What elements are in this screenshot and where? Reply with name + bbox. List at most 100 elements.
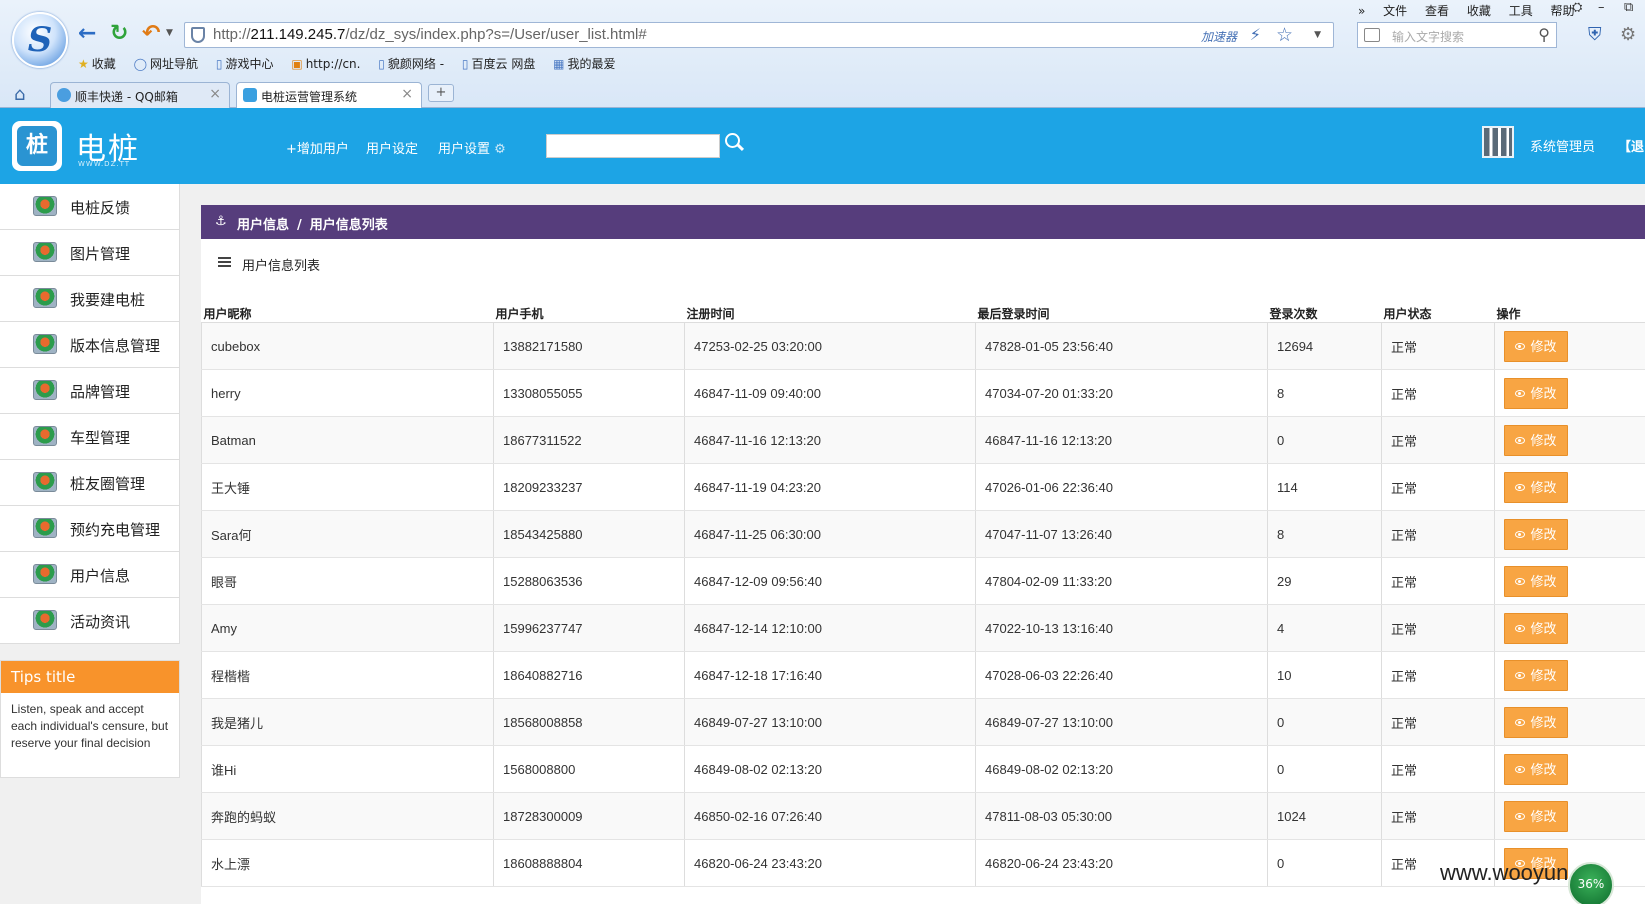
sidebar-item-images[interactable]: 图片管理 (0, 230, 180, 276)
module-icon (33, 334, 57, 354)
edit-button[interactable]: 修改 (1504, 424, 1568, 456)
undo-icon[interactable]: ↶ (142, 22, 160, 46)
table-row: 程楷楷 18640882716 46847-12-18 17:16:40 47028-… (201, 651, 1645, 699)
search-icon[interactable]: ⚲ (1538, 25, 1550, 44)
edit-button-label: 修改 (1530, 667, 1557, 683)
user-config-link[interactable]: 用户设定 (366, 138, 418, 157)
admin-name[interactable]: 系统管理员 (1530, 136, 1595, 155)
sidebar-item-users[interactable]: 用户信息 (0, 552, 180, 598)
new-tab-button[interactable]: + (428, 84, 454, 102)
edit-button[interactable]: 修改 (1504, 330, 1568, 362)
browser-chrome: S ← ↻ ↶ ▼ http://211.149.245.7/dz/dz_sys… (0, 0, 1645, 108)
avatar[interactable] (1482, 126, 1514, 158)
bookmark-network[interactable]: ▯ 貌颜网络 - (378, 55, 444, 72)
menu-help[interactable]: 帮助 (1551, 4, 1575, 18)
edit-button[interactable]: 修改 (1504, 612, 1568, 644)
tab-ev-admin[interactable]: 电桩运营管理系统 × (236, 82, 422, 108)
sidebar-item-community[interactable]: 桩友圈管理 (0, 460, 180, 506)
close-tab-icon[interactable]: × (209, 86, 221, 102)
eye-icon (1515, 342, 1526, 350)
table-row: 水上漂 18608888804 46820-06-24 23:43:20 46820-… (201, 839, 1645, 887)
cell-nickname: 奔跑的蚂蚁 (201, 792, 494, 840)
address-url[interactable]: http://211.149.245.7/dz/dz_sys/index.php… (213, 26, 647, 43)
logout-link[interactable]: 【退出 (1618, 136, 1645, 155)
sidebar-item-feedback[interactable]: 电桩反馈 (0, 184, 180, 230)
edit-button[interactable]: 修改 (1504, 659, 1568, 691)
tips-body: Listen, speak and accept each individual… (11, 702, 169, 750)
edit-button[interactable]: 修改 (1504, 800, 1568, 832)
module-icon (33, 472, 57, 492)
undo-dropdown-icon[interactable]: ▼ (166, 28, 173, 38)
accelerator-label[interactable]: 加速器 (1201, 28, 1237, 45)
cell-nickname: 水上漂 (201, 839, 494, 887)
cell-actions: 修改 (1494, 604, 1645, 652)
menu-favorites[interactable]: 收藏 (1467, 4, 1491, 18)
cell-actions: 修改 (1494, 322, 1645, 370)
settings-gear-icon[interactable]: ⚙ (1620, 24, 1636, 45)
app-logo[interactable]: 桩 (12, 121, 62, 171)
bookmark-cn[interactable]: ▣ http://cn. (291, 57, 360, 71)
edit-button[interactable]: 修改 (1504, 706, 1568, 738)
breadcrumb-root[interactable]: 用户信息 (237, 218, 289, 233)
home-icon[interactable]: ⌂ (14, 84, 25, 105)
bookmark-mine[interactable]: ▦ 我的最爱 (553, 55, 615, 72)
back-arrow-icon[interactable]: ← (78, 22, 96, 46)
user-settings-link[interactable]: 用户设置 ⚙ (438, 138, 506, 157)
cell-last-login: 47034-07-20 01:33:20 (975, 369, 1268, 417)
browser-logo-icon[interactable]: S (12, 12, 68, 68)
browser-search-field[interactable]: 输入文字搜索 ⚲ (1357, 22, 1557, 48)
bookmark-favorites[interactable]: ★ 收藏 (78, 55, 116, 72)
menu-tools[interactable]: 工具 (1509, 4, 1533, 18)
sidebar-item-car-models[interactable]: 车型管理 (0, 414, 180, 460)
menu-expand-icon[interactable]: » (1358, 4, 1365, 18)
speed-badge[interactable]: 36% (1568, 862, 1614, 904)
tab-qq-mail[interactable]: 顺丰快递 - QQ邮箱 × (50, 82, 230, 108)
refresh-icon[interactable]: ↻ (110, 22, 128, 46)
cell-status: 正常 (1381, 369, 1495, 417)
address-bar[interactable]: http://211.149.245.7/dz/dz_sys/index.php… (184, 22, 1334, 48)
col-actions: 操作 (1494, 301, 1645, 323)
restore-icon[interactable]: ⧉ (1624, 0, 1633, 15)
skin-icon[interactable]: ⛭ (1572, 0, 1582, 15)
header-search-input[interactable] (546, 134, 720, 158)
sidebar-item-reservations[interactable]: 预约充电管理 (0, 506, 180, 552)
cell-register-time: 46847-11-25 06:30:00 (684, 510, 976, 558)
address-dropdown-icon[interactable]: ▼ (1314, 30, 1321, 40)
edit-button[interactable]: 修改 (1504, 565, 1568, 597)
search-icon[interactable] (724, 132, 744, 152)
sidebar-item-build-station[interactable]: 我要建电桩 (0, 276, 180, 322)
cell-status: 正常 (1381, 604, 1495, 652)
cell-actions: 修改 (1494, 369, 1645, 417)
cell-phone: 18209233237 (493, 463, 685, 511)
cell-login-count: 4 (1267, 604, 1382, 652)
cell-phone: 13882171580 (493, 322, 685, 370)
sidebar-item-brands[interactable]: 品牌管理 (0, 368, 180, 414)
menu-file[interactable]: 文件 (1383, 4, 1407, 18)
user-table: 用户昵称 用户手机 注册时间 最后登录时间 登录次数 用户状态 操作 cubeb… (201, 301, 1645, 887)
edit-button[interactable]: 修改 (1504, 518, 1568, 550)
close-tab-icon[interactable]: × (401, 86, 413, 102)
cell-actions: 修改 (1494, 510, 1645, 558)
sidebar-item-events[interactable]: 活动资讯 (0, 598, 180, 644)
menu-view[interactable]: 查看 (1425, 4, 1449, 18)
minimize-icon[interactable]: – (1598, 0, 1605, 15)
edit-button[interactable]: 修改 (1504, 377, 1568, 409)
lightning-icon[interactable]: ⚡︎ (1250, 25, 1261, 44)
edit-button[interactable]: 修改 (1504, 471, 1568, 503)
table-row: Batman 18677311522 46847-11-16 12:13:20 468… (201, 416, 1645, 464)
cell-register-time: 46849-08-02 02:13:20 (684, 745, 976, 793)
edit-button[interactable]: 修改 (1504, 753, 1568, 785)
col-phone: 用户手机 (493, 301, 685, 323)
bookmark-baidu[interactable]: ▯ 百度云 网盘 (462, 55, 535, 72)
bookmark-games[interactable]: ▯ 游戏中心 (216, 55, 274, 72)
search-engine-icon[interactable] (1364, 28, 1380, 42)
shield-icon[interactable]: ⛨ (1588, 24, 1602, 45)
cell-nickname: herry (201, 369, 494, 417)
edit-button-label: 修改 (1530, 479, 1557, 495)
bookmark-nav[interactable]: ◯ 网址导航 (134, 55, 198, 72)
sidebar-item-versions[interactable]: 版本信息管理 (0, 322, 180, 368)
add-user-link[interactable]: +增加用户 (286, 138, 349, 157)
eye-icon (1515, 624, 1526, 632)
cell-phone: 18568008858 (493, 698, 685, 746)
favorite-star-icon[interactable]: ☆ (1276, 24, 1293, 46)
